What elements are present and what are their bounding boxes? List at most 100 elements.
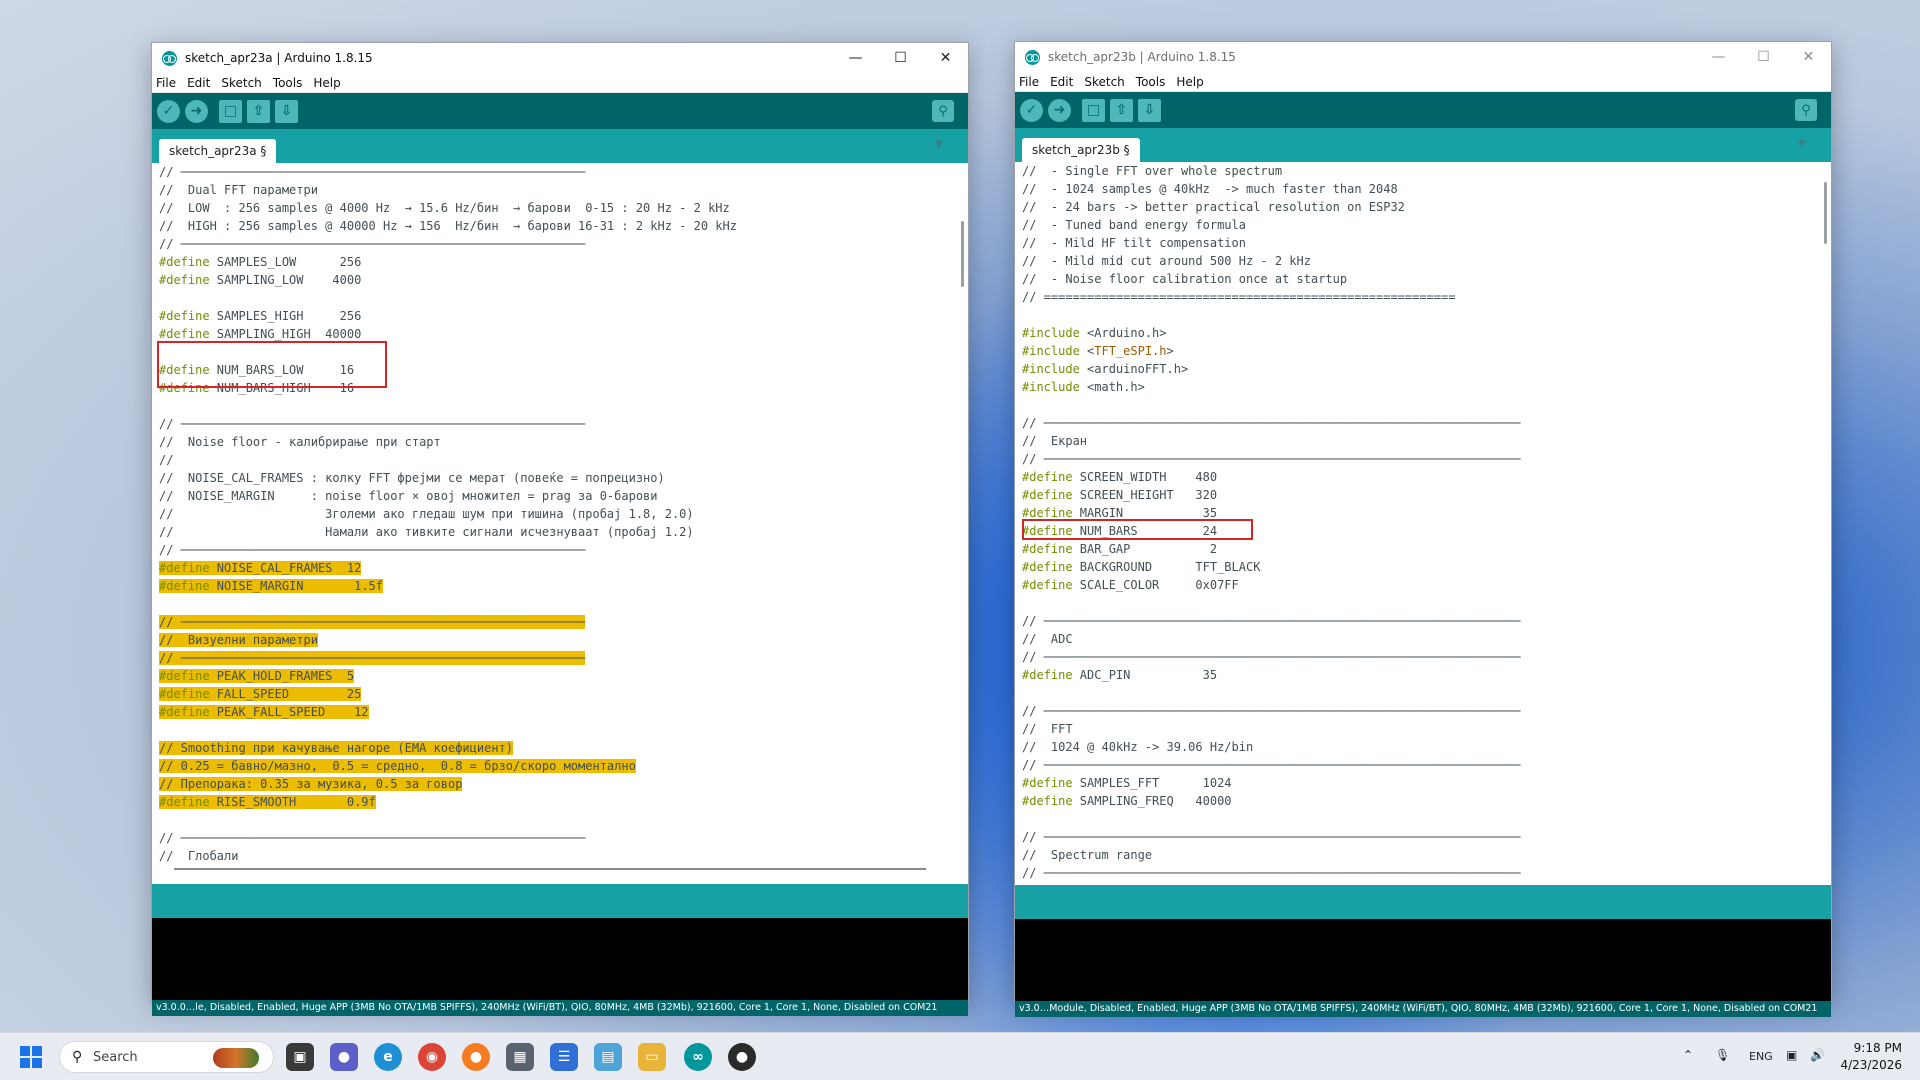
code-line[interactable] — [159, 343, 737, 361]
code-line[interactable]: // ─────────────────────────────────────… — [1022, 414, 1521, 432]
code-line[interactable]: #include <arduinoFFT.h> — [1022, 360, 1521, 378]
code-line[interactable]: #define SAMPLES_LOW 256 — [159, 253, 737, 271]
code-line[interactable]: // 0.25 = бавно/мазно, 0.5 = средно, 0.8… — [159, 757, 737, 775]
windows-start-icon[interactable] — [20, 1046, 42, 1068]
title-bar[interactable]: sketch_apr23b | Arduino 1.8.15 — ☐ ✕ — [1015, 42, 1831, 72]
code-line[interactable]: // ─────────────────────────────────────… — [159, 613, 737, 631]
code-line[interactable]: // ─────────────────────────────────────… — [1022, 864, 1521, 882]
vertical-scrollbar[interactable] — [1819, 162, 1827, 885]
menu-edit[interactable]: Edit — [187, 76, 210, 90]
code-line[interactable]: // 1024 @ 40kHz -> 39.06 Hz/bin — [1022, 738, 1521, 756]
close-button[interactable]: ✕ — [923, 43, 968, 73]
search-box[interactable]: ⚲ Search — [59, 1041, 274, 1073]
close-button[interactable]: ✕ — [1786, 42, 1831, 72]
code-line[interactable]: // ─────────────────────────────────────… — [1022, 756, 1521, 774]
code-line[interactable]: #include <TFT_eSPI.h> — [1022, 342, 1521, 360]
code-line[interactable]: // ─────────────────────────────────────… — [1022, 648, 1521, 666]
tab-sketch[interactable]: sketch_apr23a § — [159, 139, 277, 163]
code-line[interactable]: #define SCALE_COLOR 0x07FF — [1022, 576, 1521, 594]
code-line[interactable]: #include <Arduino.h> — [1022, 324, 1521, 342]
code-line[interactable]: // ADC — [1022, 630, 1521, 648]
code-line[interactable] — [159, 595, 737, 613]
chrome-icon[interactable]: ◉ — [418, 1043, 446, 1071]
console-output[interactable] — [1015, 919, 1831, 1001]
code-line[interactable]: #define SAMPLING_LOW 4000 — [159, 271, 737, 289]
code-line[interactable]: // - Mild mid cut around 500 Hz - 2 kHz — [1022, 252, 1521, 270]
upload-icon[interactable]: ➜ — [185, 99, 208, 123]
code-line[interactable]: #define PEAK_HOLD_FRAMES 5 — [159, 667, 737, 685]
code-line[interactable]: // =====================================… — [1022, 288, 1521, 306]
verify-icon[interactable]: ✓ — [157, 99, 180, 123]
code-line[interactable] — [159, 289, 737, 307]
edge-icon[interactable]: e — [374, 1043, 402, 1071]
menu-edit[interactable]: Edit — [1050, 75, 1073, 89]
code-line[interactable]: #define NOISE_CAL_FRAMES 12 — [159, 559, 737, 577]
code-line[interactable]: // Dual FFT параметри — [159, 181, 737, 199]
code-line[interactable]: // ─────────────────────────────────────… — [1022, 612, 1521, 630]
search-input[interactable]: Search — [93, 1050, 138, 1065]
code-line[interactable] — [1022, 306, 1521, 324]
teams-icon[interactable]: ● — [330, 1043, 358, 1071]
save-sketch-icon[interactable]: ⇩ — [275, 99, 298, 123]
code-line[interactable]: #define NUM_BARS 24 — [1022, 522, 1521, 540]
code-line[interactable] — [159, 811, 737, 829]
tab-sketch[interactable]: sketch_apr23b § — [1022, 138, 1140, 162]
verify-icon[interactable]: ✓ — [1020, 98, 1043, 122]
minimize-button[interactable]: — — [833, 43, 878, 73]
firefox-icon[interactable]: ● — [462, 1043, 490, 1071]
code-line[interactable]: // ─────────────────────────────────────… — [159, 163, 737, 181]
code-line[interactable]: #define ADC_PIN 35 — [1022, 666, 1521, 684]
code-line[interactable]: #define BAR_GAP 2 — [1022, 540, 1521, 558]
code-line[interactable]: // - 24 bars -> better practical resolut… — [1022, 198, 1521, 216]
code-line[interactable]: // ─────────────────────────────────────… — [159, 415, 737, 433]
code-line[interactable]: // NOISE_MARGIN : noise floor × овој мно… — [159, 487, 737, 505]
serial-monitor-icon[interactable]: ⚲ — [1795, 99, 1817, 121]
menu-file[interactable]: File — [156, 76, 176, 90]
upload-icon[interactable]: ➜ — [1048, 98, 1071, 122]
code-line[interactable]: // - Noise floor calibration once at sta… — [1022, 270, 1521, 288]
chevron-up-icon[interactable]: ⌃ — [1683, 1048, 1693, 1062]
arduino-taskbar-icon[interactable]: ∞ — [684, 1043, 712, 1071]
code-line[interactable]: #define PEAK_FALL_SPEED 12 — [159, 703, 737, 721]
code-line[interactable] — [1022, 810, 1521, 828]
menu-tools[interactable]: Tools — [273, 76, 303, 90]
code-line[interactable]: // ─────────────────────────────────────… — [1022, 450, 1521, 468]
code-line[interactable]: #define NOISE_MARGIN 1.5f — [159, 577, 737, 595]
open-sketch-icon[interactable]: ⇧ — [247, 99, 270, 123]
code-line[interactable]: #define NUM_BARS_LOW 16 — [159, 361, 737, 379]
code-line[interactable]: // — [159, 451, 737, 469]
code-line[interactable] — [159, 721, 737, 739]
minimize-button[interactable]: — — [1696, 42, 1741, 72]
language-indicator[interactable]: ENG — [1749, 1050, 1773, 1063]
code-line[interactable]: #include <math.h> — [1022, 378, 1521, 396]
new-sketch-icon[interactable]: □ — [219, 99, 242, 123]
code-line[interactable]: // FFT — [1022, 720, 1521, 738]
title-bar[interactable]: sketch_apr23a | Arduino 1.8.15 — ☐ ✕ — [152, 43, 968, 73]
code-line[interactable]: #define SAMPLING_FREQ 40000 — [1022, 792, 1521, 810]
code-line[interactable]: // - Tuned band energy formula — [1022, 216, 1521, 234]
code-line[interactable]: // Препорака: 0.35 за музика, 0.5 за гов… — [159, 775, 737, 793]
code-line[interactable]: #define SAMPLING_HIGH 40000 — [159, 325, 737, 343]
menu-tools[interactable]: Tools — [1136, 75, 1166, 89]
code-line[interactable]: // ─────────────────────────────────────… — [159, 235, 737, 253]
code-line[interactable]: // Визуелни параметри — [159, 631, 737, 649]
code-line[interactable]: // Noise floor - калибрирање при старт — [159, 433, 737, 451]
code-line[interactable]: // ─────────────────────────────────────… — [159, 541, 737, 559]
task-view-icon[interactable]: ▣ — [286, 1043, 314, 1071]
menu-sketch[interactable]: Sketch — [1084, 75, 1124, 89]
remote-desktop-icon[interactable]: ▤ — [594, 1043, 622, 1071]
code-line[interactable]: // ─────────────────────────────────────… — [1022, 702, 1521, 720]
menu-help[interactable]: Help — [313, 76, 340, 90]
code-line[interactable]: // Зголеми ако гледаш шум при тишина (пр… — [159, 505, 737, 523]
arduino-window-right[interactable]: sketch_apr23b | Arduino 1.8.15 — ☐ ✕ Fil… — [1014, 41, 1832, 1017]
code-line[interactable]: // Намали ако тивките сигнали исчезнуваа… — [159, 523, 737, 541]
code-line[interactable] — [159, 397, 737, 415]
serial-monitor-icon[interactable]: ⚲ — [932, 100, 954, 122]
code-line[interactable]: // ─────────────────────────────────────… — [1022, 828, 1521, 846]
code-text[interactable]: // - Single FFT over whole spectrum// - … — [1022, 162, 1521, 882]
app-taskbar-icon[interactable]: ● — [728, 1043, 756, 1071]
save-sketch-icon[interactable]: ⇩ — [1138, 98, 1161, 122]
menu-file[interactable]: File — [1019, 75, 1039, 89]
code-line[interactable]: // - Mild HF tilt compensation — [1022, 234, 1521, 252]
code-line[interactable] — [1022, 594, 1521, 612]
